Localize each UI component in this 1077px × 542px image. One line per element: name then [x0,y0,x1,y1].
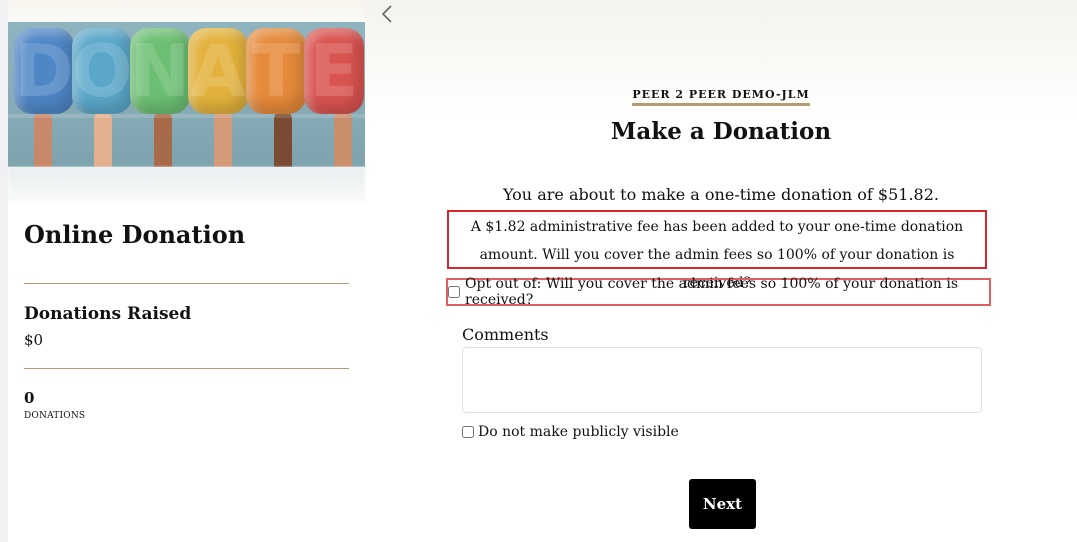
private-visibility-option[interactable]: Do not make publicly visible [462,424,679,440]
chevron-left-icon [381,5,392,23]
campaign-subtitle: PEER 2 PEER DEMO-JLM [632,88,810,106]
hero-band [8,114,365,118]
divider [24,283,349,284]
opt-out-fee-option[interactable]: Opt out of: Will you cover the admin fee… [446,276,991,308]
donation-summary: You are about to make a one-time donatio… [503,185,939,204]
opt-out-checkbox[interactable] [448,286,460,298]
donations-raised-label: Donations Raised [24,304,192,324]
hero-arm [34,111,52,167]
opt-out-label: Opt out of: Will you cover the admin fee… [465,276,959,308]
hero-balloon-letter: N [129,28,191,114]
admin-fee-notice: A $1.82 administrative fee has been adde… [447,210,987,291]
hero-balloon-letter: D [14,28,74,114]
hero-balloon-letter: T [246,28,306,114]
back-button[interactable] [380,4,400,26]
campaign-title: Online Donation [24,220,246,249]
campaign-subtitle-wrap: PEER 2 PEER DEMO-JLM [365,83,1077,106]
comments-input[interactable] [462,347,982,413]
comments-label: Comments [462,325,549,344]
private-checkbox[interactable] [462,426,474,438]
window-left-edge [0,0,8,542]
next-button[interactable]: Next [689,479,756,529]
hero-arm [214,111,232,167]
hero-arm [334,111,352,167]
private-label: Do not make publicly visible [478,424,679,440]
page-title: Make a Donation [610,118,832,145]
hero-arm [154,111,172,167]
hero-balloon-letter: E [304,28,364,114]
donations-count-label: DONATIONS [24,411,86,421]
hero-reflection [8,167,365,203]
sidebar-top-strip [8,0,365,22]
donations-raised-value: $0 [24,331,44,349]
hero-arm [94,111,112,167]
donate-hero-image: D O N A T E [8,22,365,167]
hero-balloon-letter: O [71,28,133,114]
donations-count-value: 0 [24,389,35,407]
divider [24,368,349,369]
hero-arm [274,111,292,167]
hero-balloon-letter: A [188,28,248,114]
